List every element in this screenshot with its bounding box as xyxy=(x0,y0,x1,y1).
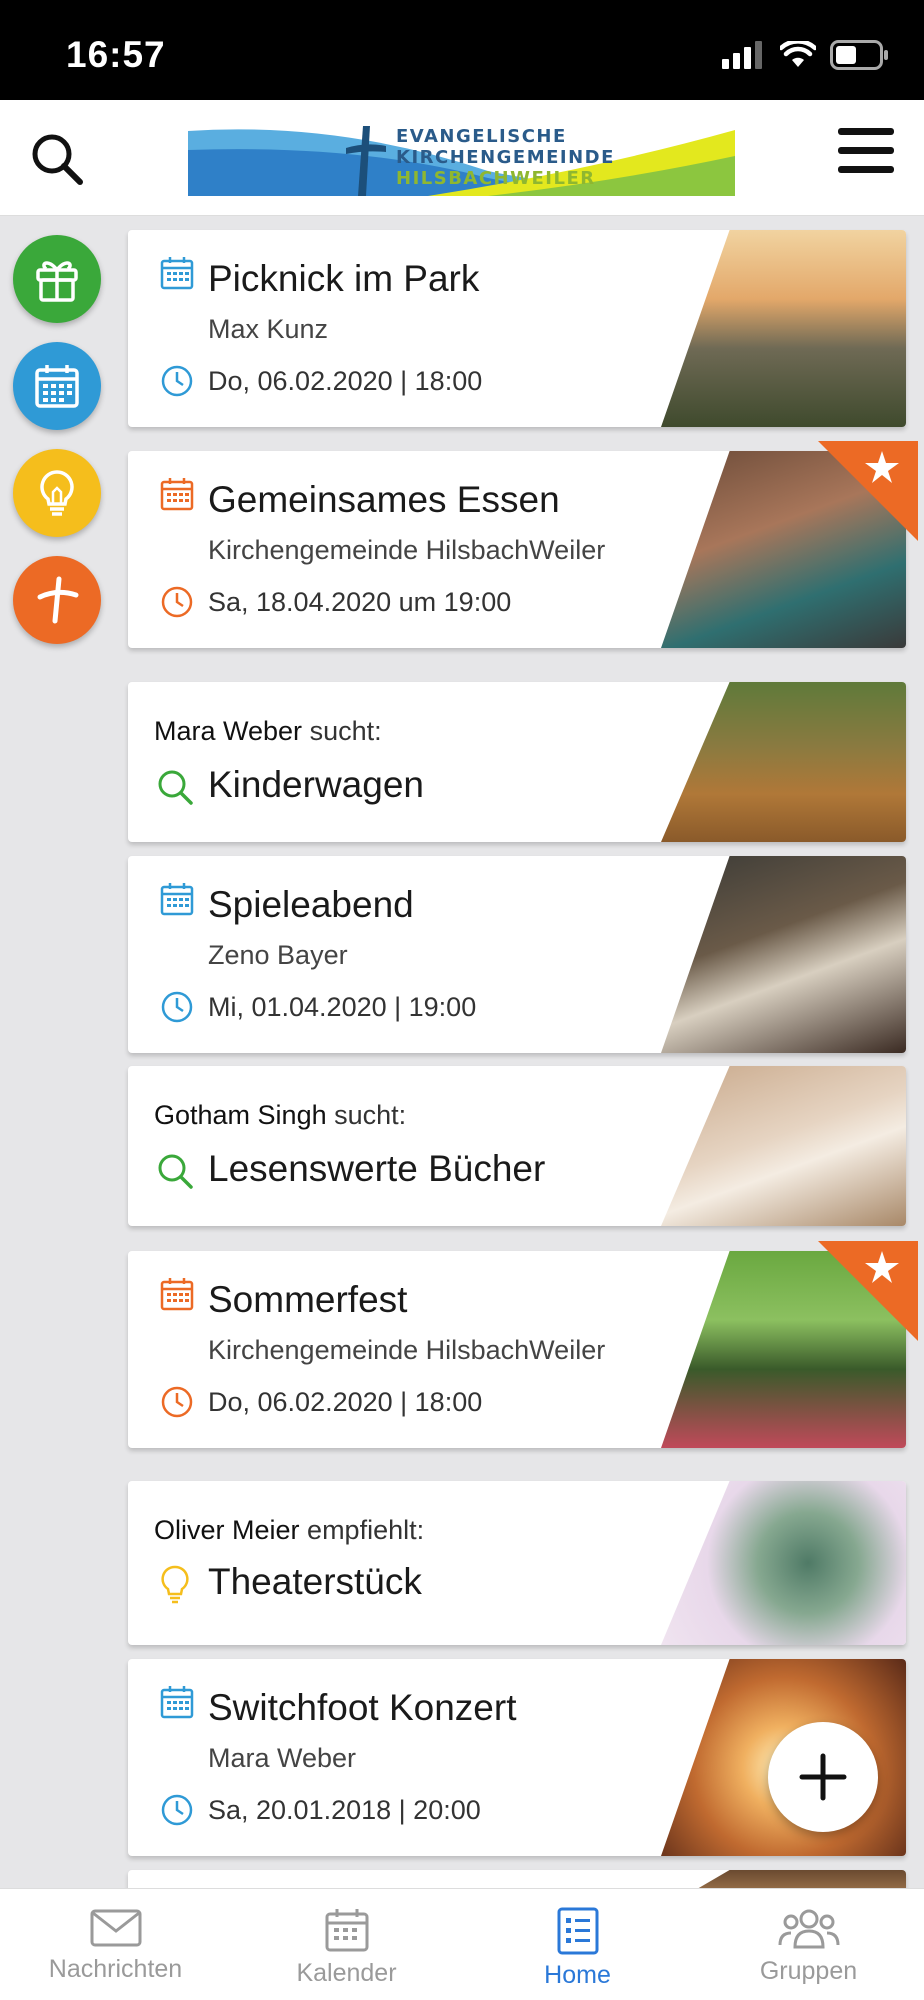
logo-text: EVANGELISCHE KIRCHENGEMEINDE HILSBACHWEI… xyxy=(396,126,615,189)
search-icon xyxy=(158,770,193,805)
menu-icon xyxy=(838,128,894,135)
gift-icon xyxy=(36,261,78,302)
event-image xyxy=(661,230,906,427)
event-title: Picknick im Park xyxy=(208,258,480,299)
logo-line-1: EVANGELISCHE xyxy=(396,126,567,147)
event-card[interactable]: Gemeinsames Essen Kirchengemeinde Hilsba… xyxy=(128,451,906,648)
status-icons xyxy=(722,40,890,70)
calendar-button[interactable] xyxy=(13,342,101,430)
calendar-icon xyxy=(160,478,194,511)
event-organizer: Kirchengemeinde HilsbachWeiler xyxy=(208,1335,606,1365)
event-title: Sommerfest xyxy=(208,1279,408,1320)
request-image xyxy=(661,682,906,842)
church-button[interactable] xyxy=(13,556,101,644)
lightbulb-icon xyxy=(161,1565,189,1604)
event-image xyxy=(661,856,906,1053)
logo-line-2: KIRCHENGEMEINDE xyxy=(396,147,615,168)
calendar-icon xyxy=(35,365,79,408)
group-icon xyxy=(778,1909,839,1949)
tab-label: Nachrichten xyxy=(48,1955,183,1983)
calendar-icon xyxy=(160,1686,194,1719)
clock-icon xyxy=(161,586,193,618)
tab-gruppen[interactable]: Gruppen xyxy=(693,1889,924,2000)
status-time: 16:57 xyxy=(66,34,166,75)
recommendation-title: Theaterstück xyxy=(208,1561,422,1602)
event-date: Do, 06.02.2020 | 18:00 xyxy=(208,366,483,396)
event-title: Switchfoot Konzert xyxy=(208,1687,517,1728)
calendar-icon xyxy=(325,1909,368,1952)
tab-label: Home xyxy=(544,1961,611,1989)
church-logo: EVANGELISCHE KIRCHENGEMEINDE HILSBACHWEI… xyxy=(188,126,735,196)
event-date: Sa, 20.01.2018 | 20:00 xyxy=(208,1795,481,1825)
plus-icon xyxy=(799,1753,847,1801)
tab-bar: Nachrichten Kalender Home Gruppen xyxy=(0,1888,924,2000)
cross-icon xyxy=(37,576,79,624)
recommendation-image xyxy=(661,1481,906,1645)
recommendation-card[interactable]: Oliver Meier empfiehlt: Theaterstück xyxy=(128,1481,906,1645)
request-image xyxy=(661,1066,906,1226)
gift-button[interactable] xyxy=(13,235,101,323)
tab-nachrichten[interactable]: Nachrichten xyxy=(0,1889,231,2000)
event-organizer: Zeno Bayer xyxy=(208,940,348,970)
event-organizer: Mara Weber xyxy=(208,1743,357,1773)
idea-button[interactable] xyxy=(13,449,101,537)
clock-icon xyxy=(161,1386,193,1418)
tab-home[interactable]: Home xyxy=(462,1889,693,2000)
calendar-icon xyxy=(160,257,194,290)
side-actions xyxy=(13,235,103,663)
logo-line-3: HILSBACHWEILER xyxy=(396,168,596,189)
event-card[interactable]: Picknick im Park Max Kunz Do, 06.02.2020… xyxy=(128,230,906,427)
battery-icon xyxy=(830,40,888,70)
app-header: EVANGELISCHE KIRCHENGEMEINDE HILSBACHWEI… xyxy=(0,100,924,216)
tab-kalender[interactable]: Kalender xyxy=(231,1889,462,2000)
clock-icon xyxy=(161,365,193,397)
recommendation-header: Oliver Meier empfiehlt: xyxy=(154,1515,424,1546)
request-card[interactable]: Gotham Singh sucht: Lesenswerte Bücher xyxy=(128,1066,906,1226)
event-date: Sa, 18.04.2020 um 19:00 xyxy=(208,587,512,617)
calendar-icon xyxy=(160,1278,194,1311)
clock-icon xyxy=(161,1794,193,1826)
event-organizer: Kirchengemeinde HilsbachWeiler xyxy=(208,535,606,565)
mail-icon xyxy=(90,1909,141,1947)
request-title: Lesenswerte Bücher xyxy=(208,1148,546,1189)
search-icon xyxy=(32,134,83,185)
lightbulb-icon xyxy=(40,470,74,516)
request-person: Mara Weber xyxy=(154,716,303,746)
signal-icon xyxy=(722,41,762,69)
tab-label: Gruppen xyxy=(759,1957,858,1985)
request-verb: sucht: xyxy=(309,716,382,746)
featured-star-icon xyxy=(818,1241,918,1341)
recommendation-person: Oliver Meier xyxy=(154,1515,300,1545)
featured-star-icon xyxy=(818,441,918,541)
event-organizer: Max Kunz xyxy=(208,314,329,344)
home-list-icon xyxy=(557,1907,598,1955)
request-verb: sucht: xyxy=(334,1100,407,1130)
tab-label: Kalender xyxy=(296,1959,397,1987)
request-header: Mara Weber sucht: xyxy=(154,716,382,747)
status-bar: 16:57 xyxy=(0,0,924,100)
event-card[interactable]: Sommerfest Kirchengemeinde HilsbachWeile… xyxy=(128,1251,906,1448)
request-person: Gotham Singh xyxy=(154,1100,327,1130)
request-title: Kinderwagen xyxy=(208,764,424,805)
clock-icon xyxy=(161,991,193,1023)
request-header: Gotham Singh sucht: xyxy=(154,1100,406,1131)
calendar-icon xyxy=(160,883,194,916)
search-icon xyxy=(158,1154,193,1189)
search-button[interactable] xyxy=(30,132,86,188)
menu-button[interactable] xyxy=(838,128,894,180)
event-title: Spieleabend xyxy=(208,884,414,925)
request-card[interactable]: Mara Weber sucht: Kinderwagen xyxy=(128,682,906,842)
recommendation-verb: empfiehlt: xyxy=(307,1515,425,1545)
event-title: Gemeinsames Essen xyxy=(208,479,560,520)
event-date: Do, 06.02.2020 | 18:00 xyxy=(208,1387,483,1417)
wifi-icon xyxy=(780,41,816,67)
event-date: Mi, 01.04.2020 | 19:00 xyxy=(208,992,477,1022)
event-card[interactable]: Spieleabend Zeno Bayer Mi, 01.04.2020 | … xyxy=(128,856,906,1053)
add-button[interactable] xyxy=(768,1722,878,1832)
